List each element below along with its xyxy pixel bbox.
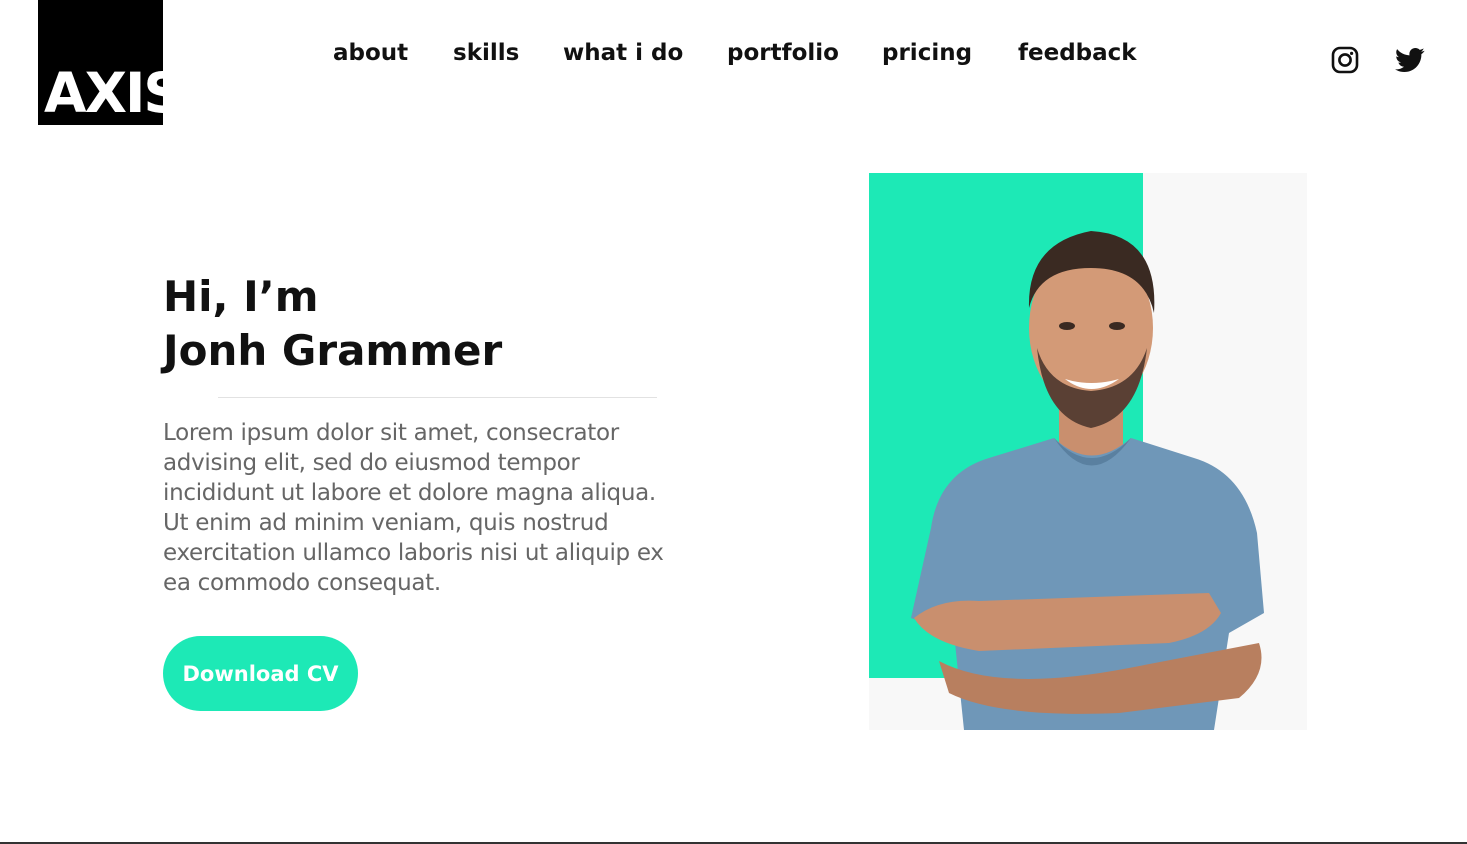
person-illustration	[911, 231, 1264, 730]
instagram-icon[interactable]	[1330, 45, 1360, 75]
hero-name: Jonh Grammer	[163, 326, 503, 375]
hero-divider	[218, 397, 657, 398]
hero-bio: Lorem ipsum dolor sit amet, consecrator …	[163, 420, 664, 596]
nav-item-what-i-do[interactable]: what i do	[563, 38, 727, 68]
twitter-icon[interactable]	[1394, 45, 1426, 75]
hero-heading: Hi, I’m Jonh Grammer	[163, 270, 502, 378]
page: AXIS about skills what i do portfolio pr…	[0, 0, 1467, 844]
nav-item-about[interactable]: about	[333, 38, 453, 68]
main-nav: about skills what i do portfolio pricing…	[333, 38, 1148, 68]
nav-item-skills[interactable]: skills	[453, 38, 563, 68]
profile-photo	[869, 173, 1307, 730]
nav-item-portfolio[interactable]: portfolio	[727, 38, 882, 68]
nav-item-pricing[interactable]: pricing	[882, 38, 1018, 68]
logo[interactable]: AXIS	[38, 0, 163, 125]
download-cv-button[interactable]: Download CV	[163, 636, 358, 711]
logo-text: AXIS	[44, 61, 163, 125]
nav-item-feedback[interactable]: feedback	[1018, 38, 1148, 68]
hero-greeting-line: Hi, I’m	[163, 272, 319, 321]
